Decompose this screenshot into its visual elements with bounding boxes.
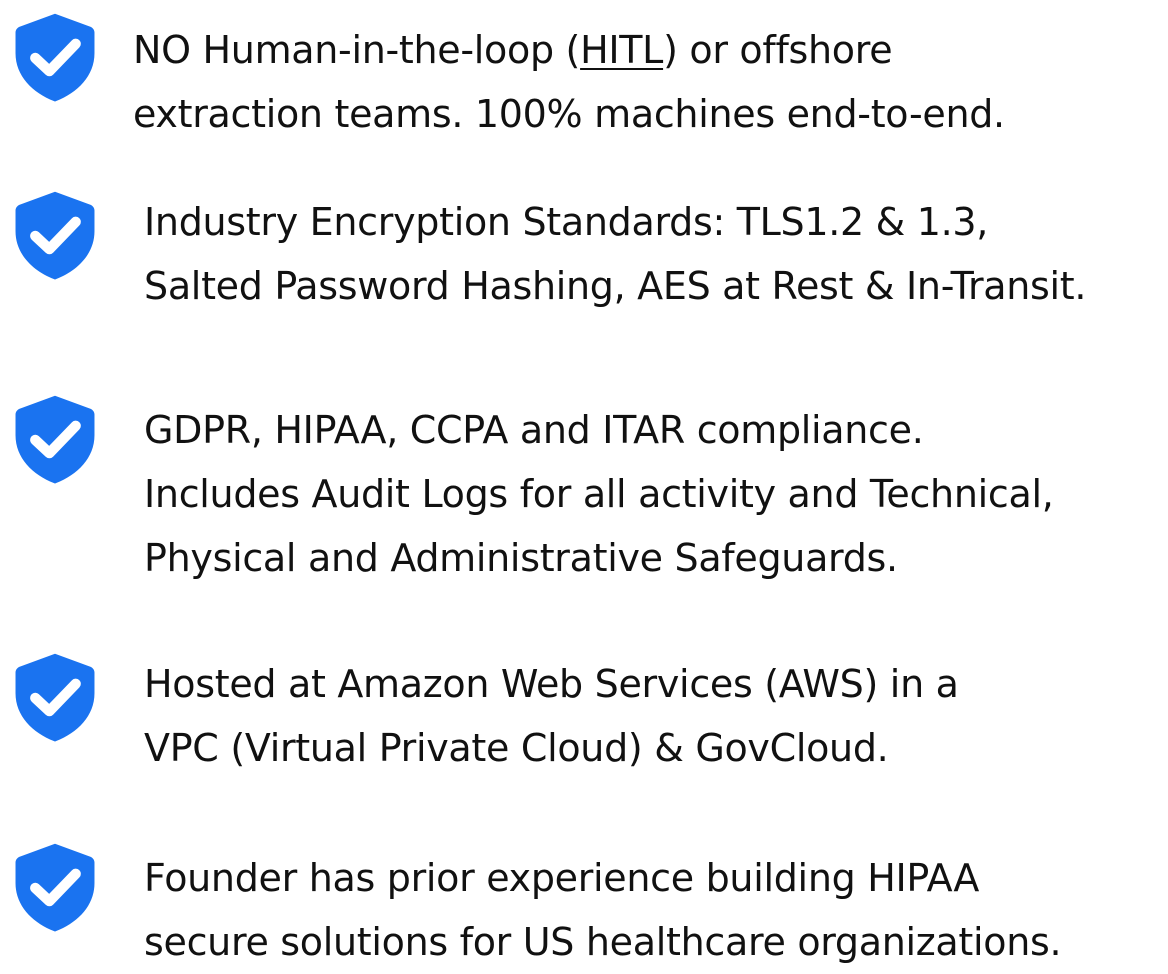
shield-check-icon	[8, 10, 102, 104]
feature-line: Includes Audit Logs for all activity and…	[144, 472, 1054, 516]
hitl-link[interactable]: HITL	[580, 28, 663, 72]
feature-line: Salted Password Hashing, AES at Rest & I…	[144, 264, 1087, 308]
feature-line: GDPR, HIPAA, CCPA and ITAR compliance.	[144, 408, 924, 452]
feature-line: Physical and Administrative Safeguards.	[144, 536, 898, 580]
shield-check-icon	[8, 392, 102, 486]
feature-line: Industry Encryption Standards: TLS1.2 & …	[144, 200, 989, 244]
feature-text: GDPR, HIPAA, CCPA and ITAR compliance. I…	[144, 398, 1054, 590]
shield-check-icon	[8, 650, 102, 744]
feature-text: Founder has prior experience building HI…	[144, 846, 1062, 974]
feature-line: VPC (Virtual Private Cloud) & GovCloud.	[144, 726, 889, 770]
feature-text: Industry Encryption Standards: TLS1.2 & …	[144, 190, 1086, 318]
feature-line: extraction teams. 100% machines end-to-e…	[133, 92, 1005, 136]
feature-line: Hosted at Amazon Web Services (AWS) in a	[144, 662, 959, 706]
feature-text: NO Human-in-the-loop (HITL) or offshore …	[133, 18, 1005, 146]
feature-line: Founder has prior experience building HI…	[144, 856, 980, 900]
shield-check-icon	[8, 840, 102, 934]
shield-check-icon	[8, 188, 102, 282]
feature-text: Hosted at Amazon Web Services (AWS) in a…	[144, 652, 959, 780]
feature-line: secure solutions for US healthcare organ…	[144, 920, 1062, 964]
feature-text-segment: NO Human-in-the-loop (	[133, 28, 581, 72]
feature-text-segment: ) or offshore	[663, 28, 893, 72]
feature-line: NO Human-in-the-loop (HITL) or offshore	[133, 18, 1005, 82]
